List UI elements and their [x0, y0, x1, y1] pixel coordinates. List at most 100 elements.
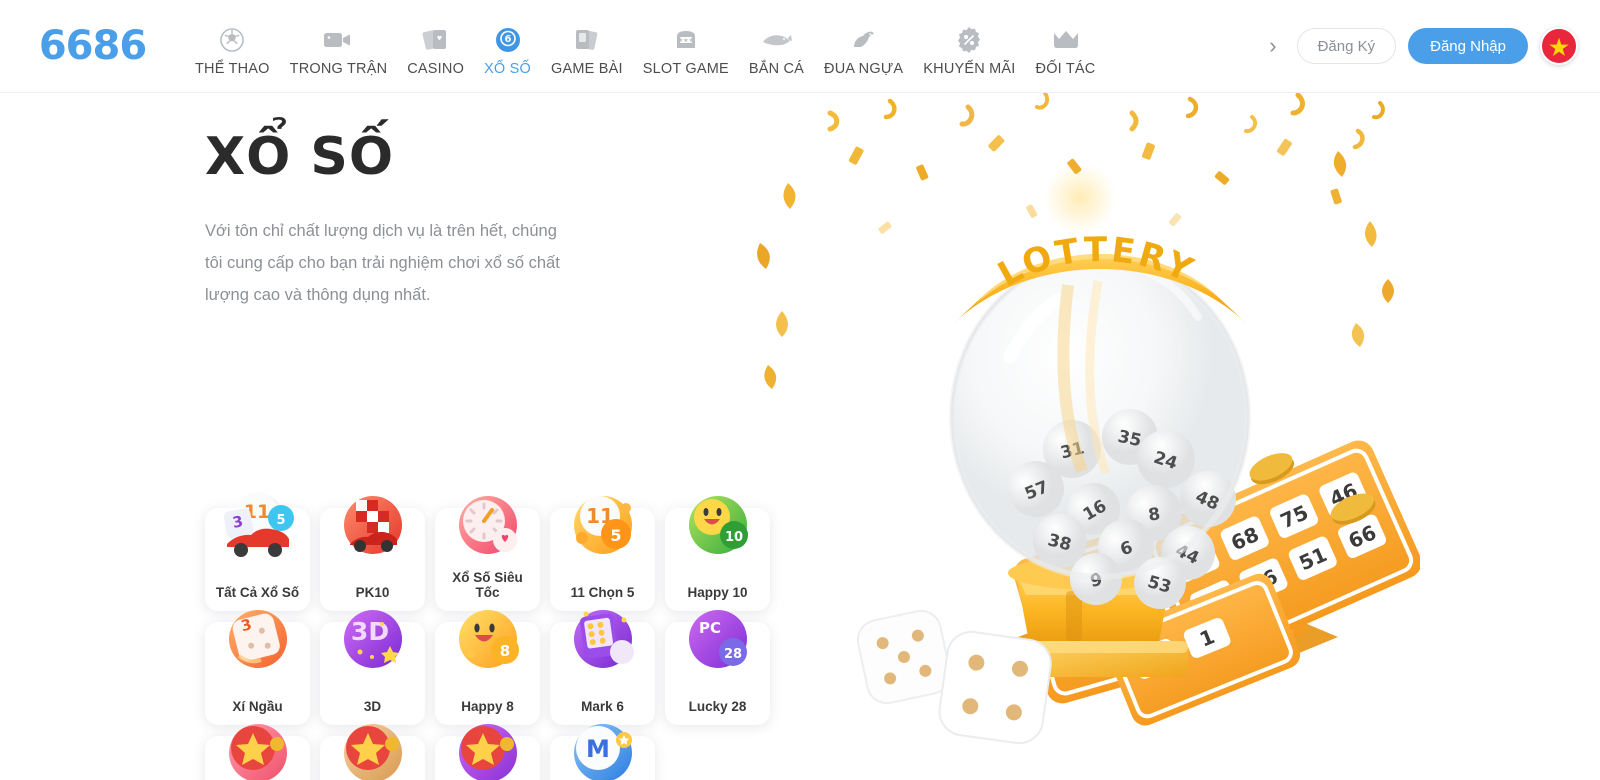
nav-label: GAME BÀI — [551, 61, 623, 77]
svg-text:6: 6 — [504, 34, 511, 45]
svg-text:1: 1 — [1057, 583, 1078, 610]
game-card-xo-so-sieu-toc[interactable]: Xổ Số Siêu Tốc — [435, 496, 540, 611]
nav-item-casino[interactable]: CASINO — [397, 23, 474, 77]
login-button[interactable]: Đăng Nhập — [1408, 28, 1528, 64]
svg-text:68: 68 — [1227, 522, 1262, 555]
svg-text:46: 46 — [1246, 564, 1281, 597]
svg-text:16: 16 — [1080, 496, 1111, 525]
game-card-label: Xí Ngầu — [232, 699, 283, 714]
nav-item-ban-ca[interactable]: BẮN CÁ — [739, 23, 814, 77]
nav-label: THỂ THAO — [195, 61, 270, 77]
game-card-pk10[interactable]: PK10 — [320, 496, 425, 611]
svg-text:6: 6 — [1118, 538, 1135, 561]
game-card-star-tan[interactable] — [320, 724, 425, 780]
svg-text:57: 57 — [1022, 477, 1051, 504]
game-card-lucky-28[interactable]: PC 28 Lucky 28 — [665, 610, 770, 725]
svg-text:M: M — [586, 735, 610, 763]
horse-racing-icon — [849, 23, 879, 57]
lottery-ball-icon: 6 — [494, 23, 522, 57]
nav-label: BẮN CÁ — [748, 61, 805, 77]
game-card-label: PK10 — [355, 585, 390, 600]
svg-text:10: 10 — [724, 530, 742, 545]
register-button[interactable]: Đăng Ký — [1296, 28, 1397, 64]
svg-text:44: 44 — [1197, 586, 1232, 619]
game-card-11-chon-5[interactable]: 11 5 11 Chọn 5 — [550, 496, 655, 611]
mark-6-icon — [564, 600, 642, 678]
nav-label: ĐUA NGỰA — [824, 61, 904, 77]
nav-label: XỔ SỐ — [484, 61, 531, 77]
game-card-label: Happy 10 — [687, 585, 748, 600]
svg-text:3D: 3D — [350, 617, 388, 646]
nav-item-slot-game[interactable]: ★★★ SLOT GAME — [633, 23, 739, 77]
main-navigation: THỂ THAO TRONG TRẬN CASINO 6 XỔ SỐ GAME … — [185, 15, 1261, 77]
page-title: XỔ SỐ — [205, 127, 395, 187]
nav-item-xo-so[interactable]: 6 XỔ SỐ — [474, 23, 541, 77]
svg-text:5: 5 — [610, 526, 621, 545]
site-logo[interactable]: 6686 — [0, 23, 185, 69]
nav-next-arrow-icon[interactable]: › — [1261, 35, 1284, 57]
nav-item-khuyen-mai[interactable]: KHUYẾN MÃI — [913, 23, 1025, 77]
lucky-28-icon: PC 28 — [679, 600, 757, 678]
playing-cards-icon — [422, 23, 450, 57]
svg-text:33: 33 — [1158, 550, 1193, 581]
game-card-label: Tất Cả Xổ Số — [215, 585, 300, 600]
star-tan-icon — [334, 714, 412, 780]
m-ball-icon: M — [564, 714, 642, 780]
page-description: Với tôn chỉ chất lượng dịch vụ là trên h… — [205, 222, 560, 304]
nav-label: TRONG TRẬN — [289, 61, 388, 77]
pk10-icon — [334, 486, 412, 564]
card-deck-icon — [573, 23, 601, 57]
svg-text:75: 75 — [1277, 500, 1312, 533]
star-pink-icon — [219, 714, 297, 780]
svg-text:38: 38 — [1170, 594, 1205, 625]
game-card-star-purple[interactable] — [435, 724, 540, 780]
svg-text:1: 1 — [1196, 624, 1218, 651]
svg-text:46: 46 — [1326, 478, 1361, 511]
svg-text:LOTTERY: LOTTERY — [992, 230, 1202, 295]
nav-label: CASINO — [407, 61, 465, 77]
game-card-m-ball[interactable]: M — [550, 724, 655, 780]
svg-text:53: 53 — [1145, 572, 1173, 598]
header-actions: › Đăng Ký Đăng Nhập — [1261, 27, 1600, 65]
hero-text-block: XỔ SỐ Với tôn chỉ chất lượng dịch vụ là … — [205, 93, 805, 311]
game-card-tat-ca-xo-so[interactable]: 11 3 5 Tất Cả Xổ Số — [205, 492, 310, 611]
svg-text:48: 48 — [1192, 487, 1222, 515]
fish-icon — [760, 23, 793, 57]
svg-text:75: 75 — [1117, 610, 1152, 641]
nav-item-game-bai[interactable]: GAME BÀI — [541, 23, 633, 77]
nav-item-doi-tac[interactable]: ĐỐI TÁC — [1026, 23, 1106, 77]
svg-text:8: 8 — [499, 642, 509, 660]
nav-item-trong-tran[interactable]: TRONG TRẬN — [280, 23, 398, 77]
svg-text:66: 66 — [1345, 520, 1380, 553]
svg-text:16: 16 — [1138, 643, 1173, 676]
nav-item-dua-ngua[interactable]: ĐUA NGỰA — [814, 23, 913, 77]
game-card-label: Xổ Số Siêu Tốc — [452, 570, 523, 600]
svg-text:64: 64 — [1178, 544, 1213, 577]
game-card-xi-ngau[interactable]: 3 Xí Ngầu — [205, 610, 310, 725]
game-card-star-pink[interactable] — [205, 724, 310, 780]
game-card-grid: 11 3 5 Tất Cả Xổ Số PK10 Xổ Số Siêu Tốc 11… — [205, 492, 805, 780]
svg-text:44: 44 — [1172, 541, 1202, 569]
lottery-hero-illustration: 1 16 33 51 66 75 38 44 64 68 75 46 44 46… — [740, 93, 1420, 780]
game-card-3d[interactable]: 3D 3D — [320, 610, 425, 725]
happy-8-icon: 8 — [449, 600, 527, 678]
svg-text:★★★: ★★★ — [678, 37, 694, 44]
game-card-label: Happy 8 — [461, 699, 514, 714]
svg-text:35: 35 — [1116, 427, 1143, 451]
game-card-happy-10[interactable]: 10 Happy 10 — [665, 496, 770, 611]
live-video-icon — [323, 23, 353, 57]
language-flag-icon[interactable] — [1540, 27, 1578, 65]
happy-10-icon: 10 — [679, 486, 757, 564]
nav-label: SLOT GAME — [642, 61, 729, 77]
game-card-happy-8[interactable]: 8 Happy 8 — [435, 610, 540, 725]
crown-icon — [1051, 23, 1081, 57]
game-card-label: 11 Chọn 5 — [570, 585, 635, 600]
game-card-mark-6[interactable]: Mark 6 — [550, 610, 655, 725]
site-header: 6686 THỂ THAO TRONG TRẬN CASINO 6 XỔ SỐ — [0, 0, 1600, 93]
svg-text:31: 31 — [1059, 438, 1087, 463]
star-purple-icon — [449, 714, 527, 780]
nav-item-the-thao[interactable]: THỂ THAO — [185, 23, 280, 77]
slot-machine-icon: ★★★ — [671, 23, 701, 57]
svg-text:16: 16 — [1104, 565, 1139, 596]
svg-text:51: 51 — [1295, 542, 1330, 575]
